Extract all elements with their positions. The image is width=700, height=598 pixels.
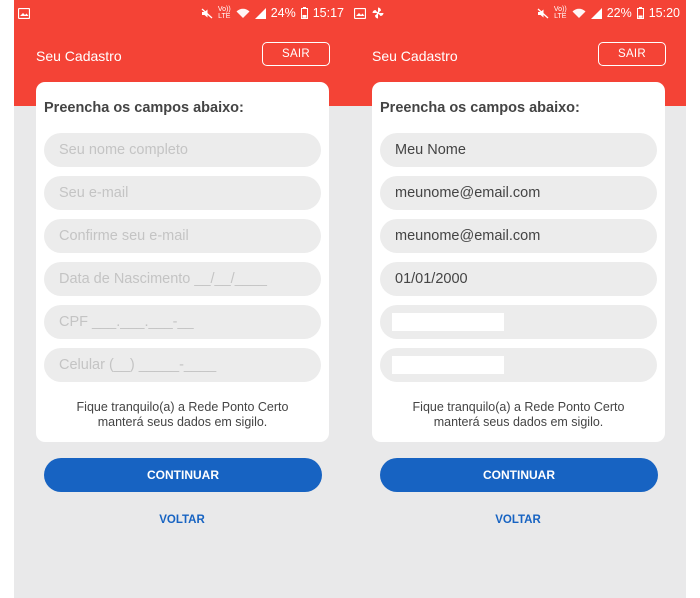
- confirm-email-field[interactable]: Confirme seu e-mail: [44, 219, 321, 253]
- registration-form-card: Preencha os campos abaixo: Meu Nome meun…: [372, 82, 665, 442]
- cpf-field[interactable]: [380, 305, 657, 339]
- back-link[interactable]: VOLTAR: [14, 514, 350, 526]
- redacted-value: [392, 356, 504, 374]
- privacy-note: Fique tranquilo(a) a Rede Ponto Certo ma…: [36, 400, 329, 430]
- clock: 15:20: [648, 6, 680, 20]
- page-title: Seu Cadastro: [36, 48, 122, 64]
- email-field[interactable]: meunome@email.com: [380, 176, 657, 210]
- phone-field[interactable]: Celular (__) _____-____: [44, 348, 321, 382]
- mute-icon: [201, 8, 213, 19]
- confirm-email-field[interactable]: meunome@email.com: [380, 219, 657, 253]
- phone-field[interactable]: [380, 348, 657, 382]
- battery-percent: 24%: [270, 6, 296, 20]
- privacy-note-line-2: manterá seus dados em sigilo.: [97, 415, 268, 429]
- status-bar: Vo)) LTE 22% 15:20: [350, 0, 686, 26]
- logout-button[interactable]: SAIR: [262, 42, 330, 66]
- full-name-field[interactable]: Seu nome completo: [44, 133, 321, 167]
- form-heading: Preencha os campos abaixo:: [44, 100, 244, 116]
- phone-screen-filled-form: Vo)) LTE 22% 15:20 Seu Cadastro SAIR Pre…: [350, 0, 686, 598]
- battery-percent: 22%: [606, 6, 632, 20]
- status-bar: Vo)) LTE 24% 15:17: [14, 0, 350, 26]
- continue-button[interactable]: CONTINUAR: [380, 458, 658, 492]
- pinwheel-icon: [372, 7, 384, 19]
- clock: 15:17: [312, 6, 344, 20]
- form-heading: Preencha os campos abaixo:: [380, 100, 580, 116]
- back-link[interactable]: VOLTAR: [350, 514, 686, 526]
- privacy-note: Fique tranquilo(a) a Rede Ponto Certo ma…: [372, 400, 665, 430]
- battery-icon: [636, 7, 644, 19]
- logout-button[interactable]: SAIR: [598, 42, 666, 66]
- privacy-note-line-1: Fique tranquilo(a) a Rede Ponto Certo: [412, 400, 625, 414]
- signal-icon: [590, 7, 602, 19]
- privacy-note-line-2: manterá seus dados em sigilo.: [433, 415, 604, 429]
- battery-icon: [300, 7, 308, 19]
- birth-date-field[interactable]: Data de Nascimento __/__/____: [44, 262, 321, 296]
- email-field[interactable]: Seu e-mail: [44, 176, 321, 210]
- continue-button[interactable]: CONTINUAR: [44, 458, 322, 492]
- registration-form-card: Preencha os campos abaixo: Seu nome comp…: [36, 82, 329, 442]
- phone-screen-empty-form: Vo)) LTE 24% 15:17 Seu Cadastro SAIR Pre…: [14, 0, 350, 598]
- network-type: Vo)) LTE: [553, 6, 567, 20]
- gallery-icon: [354, 7, 366, 19]
- gallery-icon: [18, 7, 30, 19]
- signal-icon: [254, 7, 266, 19]
- birth-date-field[interactable]: 01/01/2000: [380, 262, 657, 296]
- redacted-value: [392, 313, 504, 331]
- mute-icon: [537, 8, 549, 19]
- page-title: Seu Cadastro: [372, 48, 458, 64]
- full-name-field[interactable]: Meu Nome: [380, 133, 657, 167]
- wifi-icon: [236, 8, 250, 19]
- privacy-note-line-1: Fique tranquilo(a) a Rede Ponto Certo: [76, 400, 289, 414]
- network-type: Vo)) LTE: [217, 6, 231, 20]
- cpf-field[interactable]: CPF ___.___.___-__: [44, 305, 321, 339]
- wifi-icon: [572, 8, 586, 19]
